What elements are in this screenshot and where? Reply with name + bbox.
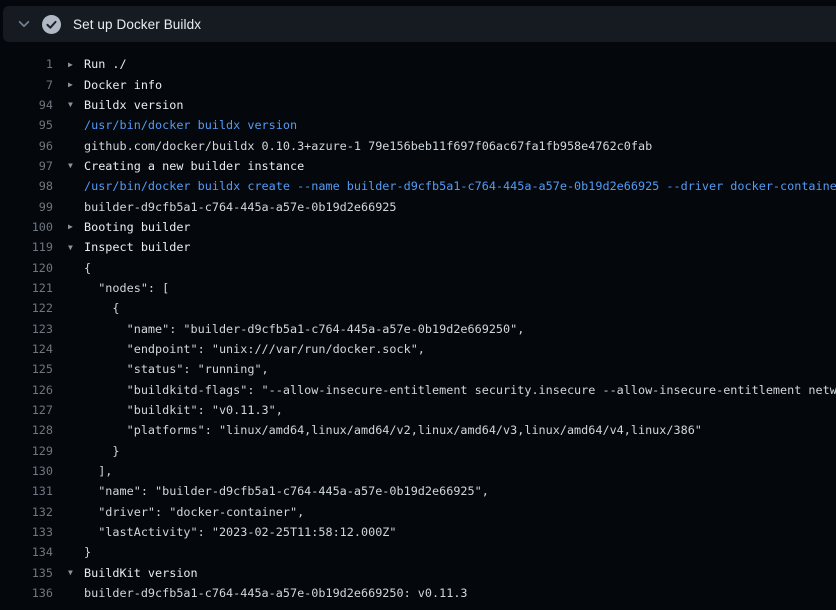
group-title: BuildKit version	[84, 566, 198, 580]
log-line: 123 "name": "builder-d9cfb5a1-c764-445a-…	[0, 318, 836, 338]
group-title: Docker info	[84, 78, 162, 92]
line-number[interactable]: 95	[0, 118, 53, 132]
log-line: 132 "driver": "docker-container",	[0, 502, 836, 522]
log-line: 133 "lastActivity": "2023-02-25T11:58:12…	[0, 522, 836, 542]
line-number[interactable]: 127	[0, 403, 53, 417]
log-line: 98/usr/bin/docker buildx create --name b…	[0, 176, 836, 196]
log-viewer: 1▶Run ./7▶Docker info94▼Buildx version95…	[0, 42, 836, 603]
output-text: "nodes": [	[84, 281, 169, 295]
log-line: 136 builder-d9cfb5a1-c764-445a-a57e-0b19d…	[0, 583, 836, 603]
line-number[interactable]: 130	[0, 464, 53, 478]
command-text: /usr/bin/docker buildx create --name bui…	[84, 179, 836, 193]
expand-group-icon[interactable]: ▶	[53, 80, 84, 89]
output-text: "platforms": "linux/amd64,linux/amd64/v2…	[84, 423, 702, 437]
output-text: }	[84, 545, 91, 559]
log-line: 124 "endpoint": "unix:///var/run/docker.…	[0, 339, 836, 359]
output-text: github.com/docker/buildx 0.10.3+azure-1 …	[84, 139, 652, 153]
output-text: builder-d9cfb5a1-c764-445a-a57e-0b19d2e6…	[84, 586, 468, 600]
line-number[interactable]: 99	[0, 200, 53, 214]
line-number[interactable]: 136	[0, 586, 53, 600]
log-line: 127 "buildkit": "v0.11.3",	[0, 400, 836, 420]
output-text: {	[84, 301, 120, 315]
line-number[interactable]: 128	[0, 423, 53, 437]
collapse-group-icon[interactable]: ▼	[53, 568, 84, 577]
line-number[interactable]: 97	[0, 159, 53, 173]
output-text: "name": "builder-d9cfb5a1-c764-445a-a57e…	[84, 484, 489, 498]
collapse-group-icon[interactable]: ▼	[53, 100, 84, 109]
expand-group-icon[interactable]: ▶	[53, 60, 84, 69]
line-number[interactable]: 121	[0, 281, 53, 295]
group-title: Buildx version	[84, 98, 183, 112]
log-group-row[interactable]: 94▼Buildx version	[0, 95, 836, 115]
group-title: Inspect builder	[84, 240, 191, 254]
check-circle-icon	[41, 14, 61, 34]
output-text: "name": "builder-d9cfb5a1-c764-445a-a57e…	[84, 322, 524, 336]
line-number[interactable]: 133	[0, 525, 53, 539]
log-group-row[interactable]: 97▼Creating a new builder instance	[0, 156, 836, 176]
line-number[interactable]: 120	[0, 261, 53, 275]
line-number[interactable]: 129	[0, 444, 53, 458]
chevron-down-icon[interactable]	[17, 17, 31, 31]
log-line: 125 "status": "running",	[0, 359, 836, 379]
output-text: }	[84, 444, 120, 458]
output-text: builder-d9cfb5a1-c764-445a-a57e-0b19d2e6…	[84, 200, 397, 214]
log-line: 121 "nodes": [	[0, 278, 836, 298]
output-text: "endpoint": "unix:///var/run/docker.sock…	[84, 342, 425, 356]
output-text: "lastActivity": "2023-02-25T11:58:12.000…	[84, 525, 397, 539]
output-text: "buildkitd-flags": "--allow-insecure-ent…	[84, 383, 836, 397]
group-title: Creating a new builder instance	[84, 159, 304, 173]
line-number[interactable]: 135	[0, 566, 53, 580]
output-text: ],	[84, 464, 112, 478]
group-title: Run ./	[84, 57, 127, 71]
line-number[interactable]: 119	[0, 240, 53, 254]
log-line: 95/usr/bin/docker buildx version	[0, 115, 836, 135]
output-text: {	[84, 261, 91, 275]
line-number[interactable]: 131	[0, 484, 53, 498]
log-group-row[interactable]: 100▶Booting builder	[0, 217, 836, 237]
line-number[interactable]: 7	[0, 78, 53, 92]
step-header[interactable]: Set up Docker Buildx	[3, 6, 836, 42]
line-number[interactable]: 100	[0, 220, 53, 234]
log-line: 96 github.com/docker/buildx 0.10.3+azure-…	[0, 135, 836, 155]
line-number[interactable]: 125	[0, 362, 53, 376]
group-title: Booting builder	[84, 220, 191, 234]
line-number[interactable]: 122	[0, 301, 53, 315]
log-line: 99 builder-d9cfb5a1-c764-445a-a57e-0b19d2…	[0, 196, 836, 216]
line-number[interactable]: 124	[0, 342, 53, 356]
output-text: "status": "running",	[84, 362, 269, 376]
step-title: Set up Docker Buildx	[73, 17, 201, 32]
output-text: "driver": "docker-container",	[84, 505, 304, 519]
log-group-row[interactable]: 135▼BuildKit version	[0, 563, 836, 583]
line-number[interactable]: 126	[0, 383, 53, 397]
log-line: 126 "buildkitd-flags": "--allow-insecure…	[0, 380, 836, 400]
collapse-group-icon[interactable]: ▼	[53, 161, 84, 170]
line-number[interactable]: 123	[0, 322, 53, 336]
log-line: 129 }	[0, 441, 836, 461]
log-line: 128 "platforms": "linux/amd64,linux/amd6…	[0, 420, 836, 440]
log-line: 122 {	[0, 298, 836, 318]
line-number[interactable]: 1	[0, 57, 53, 71]
log-line: 134}	[0, 542, 836, 562]
expand-group-icon[interactable]: ▶	[53, 222, 84, 231]
log-line: 130 ],	[0, 461, 836, 481]
line-number[interactable]: 134	[0, 545, 53, 559]
log-line: 131 "name": "builder-d9cfb5a1-c764-445a-…	[0, 481, 836, 501]
line-number[interactable]: 94	[0, 98, 53, 112]
log-group-row[interactable]: 1▶Run ./	[0, 54, 836, 74]
output-text: "buildkit": "v0.11.3",	[84, 403, 283, 417]
line-number[interactable]: 96	[0, 139, 53, 153]
line-number[interactable]: 98	[0, 179, 53, 193]
log-group-row[interactable]: 7▶Docker info	[0, 74, 836, 94]
command-text: /usr/bin/docker buildx version	[84, 118, 297, 132]
log-line: 120 {	[0, 257, 836, 277]
line-number[interactable]: 132	[0, 505, 53, 519]
collapse-group-icon[interactable]: ▼	[53, 243, 84, 252]
log-group-row[interactable]: 119▼Inspect builder	[0, 237, 836, 257]
